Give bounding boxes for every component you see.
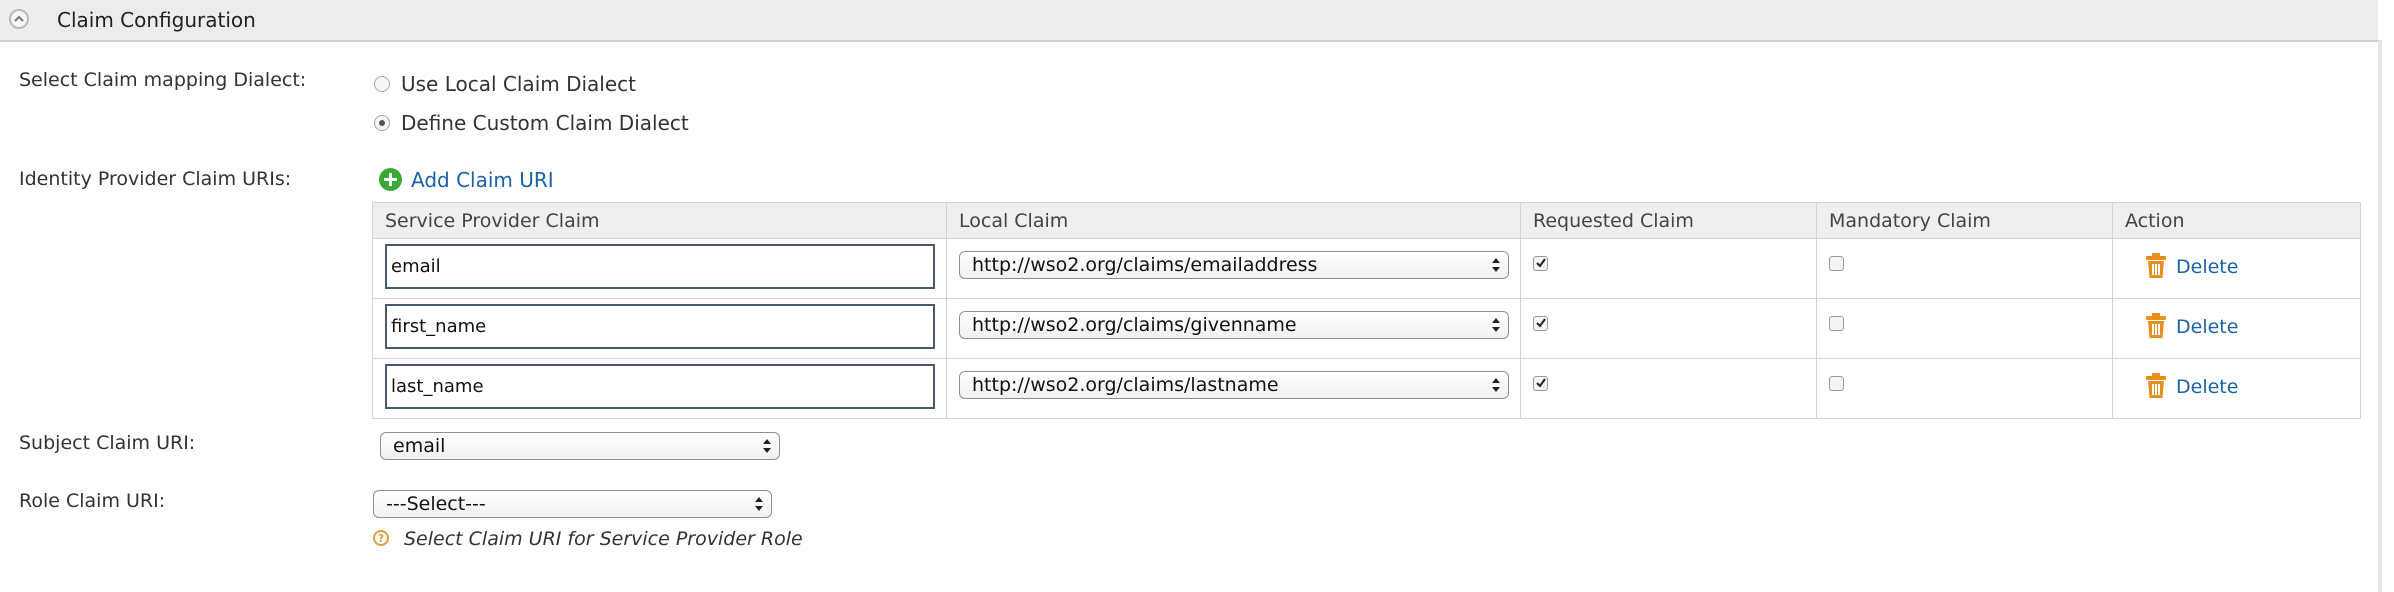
delete-label: Delete xyxy=(2176,376,2239,398)
local-claim-select[interactable]: http://wso2.org/claims/emailaddress xyxy=(959,251,1509,279)
claim-mapping-table: Service Provider Claim Local Claim Reque… xyxy=(372,202,2361,419)
select-arrows-icon xyxy=(1492,378,1500,392)
requested-claim-checkbox[interactable] xyxy=(1533,376,1548,391)
table-header-row: Service Provider Claim Local Claim Reque… xyxy=(372,202,2361,239)
subject-claim-uri-select[interactable]: email xyxy=(380,432,780,460)
local-claim-value: http://wso2.org/claims/lastname xyxy=(972,374,1279,396)
delete-label: Delete xyxy=(2176,256,2239,278)
mandatory-claim-checkbox[interactable] xyxy=(1829,316,1844,331)
column-header-local-claim: Local Claim xyxy=(946,202,1521,239)
select-arrows-icon xyxy=(1492,318,1500,332)
select-arrows-icon xyxy=(763,439,771,453)
plus-circle-icon xyxy=(379,168,402,191)
role-claim-uri-value: ---Select--- xyxy=(386,493,486,515)
radio-label: Define Custom Claim Dialect xyxy=(401,111,689,135)
radio-label: Use Local Claim Dialect xyxy=(401,72,636,96)
question-circle-icon: ? xyxy=(373,530,389,546)
column-header-action: Action xyxy=(2112,202,2361,239)
role-claim-help-text: Select Claim URI for Service Provider Ro… xyxy=(404,528,803,550)
trash-icon xyxy=(2146,253,2166,278)
requested-claim-checkbox[interactable] xyxy=(1533,316,1548,331)
idp-claim-uris-label: Identity Provider Claim URIs: xyxy=(19,168,292,190)
table-row: email http://wso2.org/claims/emailaddres… xyxy=(372,238,2361,299)
role-claim-uri-label: Role Claim URI: xyxy=(19,490,166,512)
service-provider-claim-input[interactable]: email xyxy=(385,244,935,289)
panel-right-border xyxy=(2378,40,2382,592)
panel-title: Claim Configuration xyxy=(57,8,256,32)
column-header-requested-claim: Requested Claim xyxy=(1520,202,1817,239)
column-header-mandatory-claim: Mandatory Claim xyxy=(1816,202,2113,239)
trash-icon xyxy=(2146,373,2166,398)
chevron-up-icon[interactable] xyxy=(9,9,29,29)
local-claim-select[interactable]: http://wso2.org/claims/lastname xyxy=(959,371,1509,399)
subject-claim-uri-label: Subject Claim URI: xyxy=(19,432,196,454)
service-provider-claim-input[interactable]: first_name xyxy=(385,304,935,349)
local-claim-value: http://wso2.org/claims/emailaddress xyxy=(972,254,1318,276)
select-arrows-icon xyxy=(1492,258,1500,272)
mandatory-claim-checkbox[interactable] xyxy=(1829,376,1844,391)
requested-claim-checkbox[interactable] xyxy=(1533,256,1548,271)
add-claim-uri-label: Add Claim URI xyxy=(411,168,554,192)
table-row: first_name http://wso2.org/claims/givenn… xyxy=(372,298,2361,359)
radio-button[interactable] xyxy=(374,115,390,131)
radio-button[interactable] xyxy=(374,76,390,92)
subject-claim-uri-value: email xyxy=(393,435,446,457)
delete-label: Delete xyxy=(2176,316,2239,338)
dialect-label: Select Claim mapping Dialect: xyxy=(19,69,307,91)
local-claim-select[interactable]: http://wso2.org/claims/givenname xyxy=(959,311,1509,339)
mandatory-claim-checkbox[interactable] xyxy=(1829,256,1844,271)
role-claim-uri-select[interactable]: ---Select--- xyxy=(373,490,772,518)
table-row: last_name http://wso2.org/claims/lastnam… xyxy=(372,358,2361,419)
service-provider-claim-input[interactable]: last_name xyxy=(385,364,935,409)
column-header-service-provider-claim: Service Provider Claim xyxy=(372,202,947,239)
local-claim-value: http://wso2.org/claims/givenname xyxy=(972,314,1297,336)
select-arrows-icon xyxy=(755,497,763,511)
claim-configuration-header[interactable]: Claim Configuration xyxy=(0,0,2378,42)
trash-icon xyxy=(2146,313,2166,338)
